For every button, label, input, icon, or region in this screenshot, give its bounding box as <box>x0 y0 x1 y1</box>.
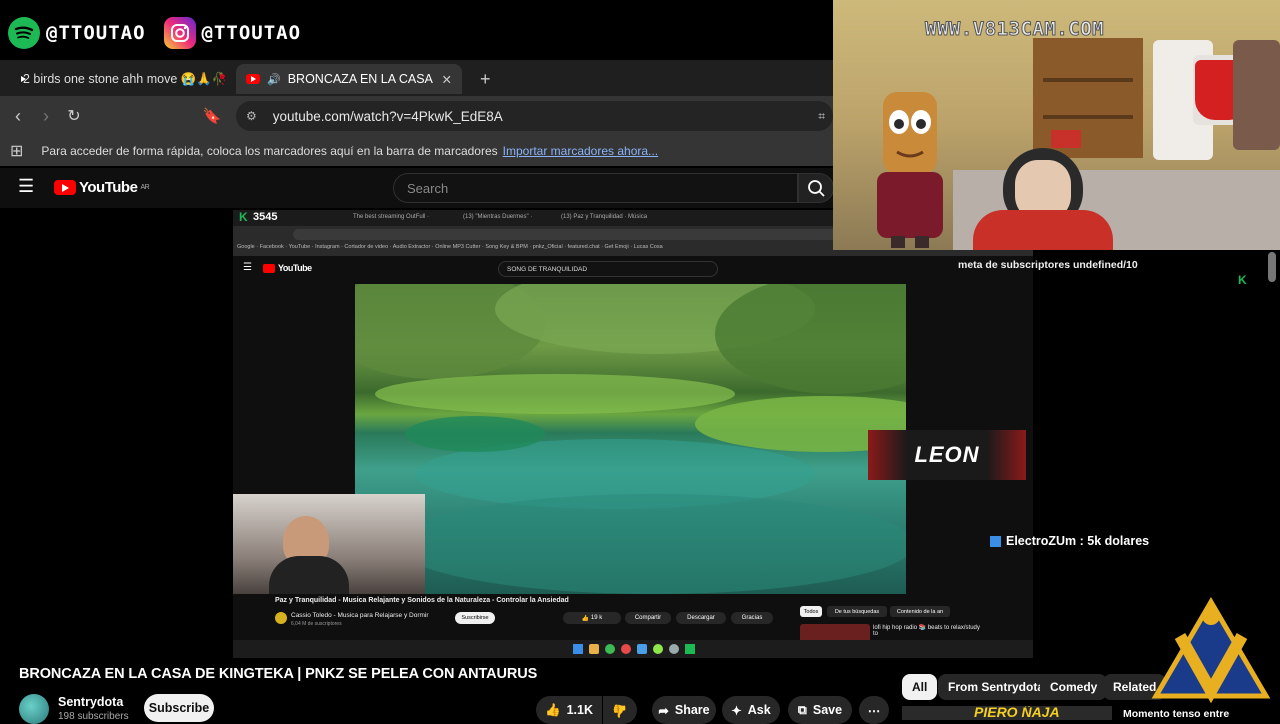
mascot-figure <box>877 92 943 248</box>
youtube-logo[interactable]: YouTube AR <box>54 179 150 196</box>
youtube-logo-text: YouTube <box>79 179 138 196</box>
leon-name-tag: LEON <box>868 430 1026 480</box>
tab-close-icon[interactable]: ✕ <box>442 72 452 87</box>
save-icon: ⧉ <box>797 702 807 717</box>
youtube-favicon-icon <box>246 74 260 84</box>
spotify-icon <box>8 17 40 49</box>
sparkle-icon: ✦ <box>731 703 742 718</box>
inner-download: Descargar <box>676 612 726 624</box>
bookmarks-hint: Para acceder de forma rápida, coloca los… <box>41 144 498 158</box>
bookmark-icon[interactable]: 🔖 <box>198 107 226 125</box>
inner-like: 👍 19 k <box>563 612 621 624</box>
social-overlay: @TTOUTAO @TTOUTAO <box>0 10 841 56</box>
inner-search-input: SONG DE TRANQUILIDAD <box>498 261 718 277</box>
inner-subs: 6,04 M de suscriptores <box>291 621 342 627</box>
scrollbar[interactable] <box>1268 252 1276 282</box>
inner-chip: De tus búsquedas <box>827 606 887 617</box>
donation-icon <box>990 535 1001 547</box>
save-label: Save <box>812 703 843 717</box>
channel-name[interactable]: Sentrydota <box>58 695 123 709</box>
youtube-logo-icon <box>54 180 76 195</box>
translate-icon[interactable]: ⌗ <box>818 109 825 124</box>
menu-icon[interactable]: ☰ <box>18 176 34 197</box>
subscriber-count: 198 subscribers <box>58 711 129 722</box>
thumbs-up-icon: 👍 <box>545 702 561 717</box>
search-input[interactable]: Search <box>393 173 798 203</box>
spotify-handle: @TTOUTAO <box>8 17 146 49</box>
tab-label: BRONCAZA EN LA CASA DE KINGTEKA <box>287 72 433 86</box>
inner-video-title: Paz y Tranquilidad - Musica Relajante y … <box>275 597 569 604</box>
thumbs-down-icon: 👍 <box>612 703 628 718</box>
instagram-handle-text: @TTOUTAO <box>201 22 302 44</box>
chip-comedy[interactable]: Comedy <box>1040 674 1108 700</box>
related-title[interactable]: Momento tenso entre <box>1123 708 1229 720</box>
related-thumbnail[interactable]: PIERO ÑAJA <box>902 706 1112 720</box>
inner-counter: 3545 <box>253 211 278 223</box>
browser-tab-birds[interactable]: 2 birds one stone ahh move 😭🙏🥀 <box>6 64 232 94</box>
address-bar[interactable]: ⚙ youtube.com/watch?v=4PkwK_EdE8A ⌗ <box>236 101 833 131</box>
search-icon <box>808 180 825 197</box>
share-icon: ➦ <box>658 703 669 718</box>
donation-alert: ElectroZUm : 5k dolares <box>990 534 1149 548</box>
share-label: Share <box>674 703 710 717</box>
chip-all[interactable]: All <box>902 674 938 700</box>
inner-channel: Cassio Toledo - Musica para Relajarse y … <box>291 612 429 619</box>
kick-logo-icon: K <box>1238 273 1247 287</box>
related-thumb-text: PIERO ÑAJA <box>974 706 1060 720</box>
ask-label: Ask <box>747 703 771 717</box>
inner-side-title: lofi hip hop radio 📚 beats to relax/stud… <box>873 625 980 637</box>
like-count: 1.1K <box>566 703 593 717</box>
url-text[interactable]: youtube.com/watch?v=4PkwK_EdE8A <box>273 109 503 124</box>
spotify-handle-text: @TTOUTAO <box>46 22 146 44</box>
site-info-icon[interactable]: ⚙ <box>246 109 257 123</box>
search-button[interactable] <box>798 173 834 203</box>
browser-tab-broncaza[interactable]: 🔊 BRONCAZA EN LA CASA DE KINGTEKA ✕ <box>236 64 462 94</box>
chip-from-channel[interactable]: From Sentrydota <box>938 674 1055 700</box>
youtube-region: AR <box>140 184 150 191</box>
windows-taskbar <box>233 640 1033 658</box>
inner-share: Compartir <box>625 612 671 624</box>
browser-tab-bar: 2 birds one stone ahh move 😭🙏🥀 🔊 BRONCAZ… <box>0 60 833 96</box>
reload-icon[interactable]: ↻ <box>60 106 88 126</box>
inner-subscribe: Suscribirse <box>455 612 495 624</box>
kick-logo-icon: K <box>239 210 248 224</box>
subscribe-button[interactable]: Subscribe <box>144 694 214 722</box>
inner-chip: Contenido de la an <box>890 606 950 617</box>
video-title: BRONCAZA EN LA CASA DE KINGTEKA | PNKZ S… <box>19 666 538 682</box>
inner-chip: Todos <box>800 606 822 617</box>
youtube-header: ☰ YouTube AR Search <box>0 168 834 208</box>
inner-thanks: Gracias <box>731 612 773 624</box>
new-tab-button[interactable]: + <box>470 64 500 94</box>
emblem-logo-icon <box>1151 597 1271 704</box>
import-bookmarks-link[interactable]: Importar marcadores ahora... <box>503 144 658 158</box>
apps-grid-icon[interactable]: ⊞ <box>10 141 23 161</box>
forward-icon[interactable]: › <box>32 106 60 127</box>
instagram-icon <box>163 17 196 49</box>
bookmarks-bar: ⊞ Para acceder de forma rápida, coloca l… <box>0 136 833 166</box>
tab-label: 2 birds one stone ahh move 😭🙏🥀 <box>23 71 228 86</box>
nature-video <box>355 284 906 594</box>
instagram-handle: @TTOUTAO <box>163 17 302 49</box>
donation-text: ElectroZUm : 5k dolares <box>1006 534 1150 548</box>
cam-watermark: WWW.V813CAM.COM <box>924 18 1105 41</box>
subs-goal: meta de subscriptores undefined/10 <box>958 259 1138 271</box>
browser-toolbar: ‹ › ↻ 🔖 ⚙ youtube.com/watch?v=4PkwK_EdE8… <box>0 96 833 136</box>
streamer-webcam: WWW.V813CAM.COM <box>833 0 1280 250</box>
back-icon[interactable]: ‹ <box>4 106 32 127</box>
inner-youtube-header: ☰ YouTube SONG DE TRANQUILIDAD <box>233 256 1033 284</box>
speaker-icon: 🔊 <box>267 73 281 86</box>
inner-webcam <box>233 494 425 602</box>
